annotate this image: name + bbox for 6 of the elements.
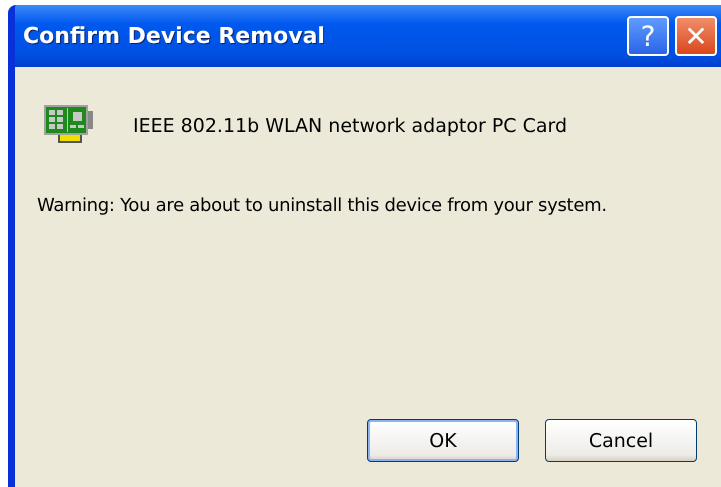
warning-text: Warning: You are about to uninstall this device from your system. — [37, 195, 608, 216]
help-button[interactable]: ? — [627, 16, 669, 56]
ok-button[interactable]: OK — [367, 419, 519, 462]
cancel-button[interactable]: Cancel — [545, 419, 697, 462]
device-name: IEEE 802.11b WLAN network adaptor PC Card — [133, 115, 568, 137]
window-title: Confirm Device Removal — [23, 24, 325, 48]
